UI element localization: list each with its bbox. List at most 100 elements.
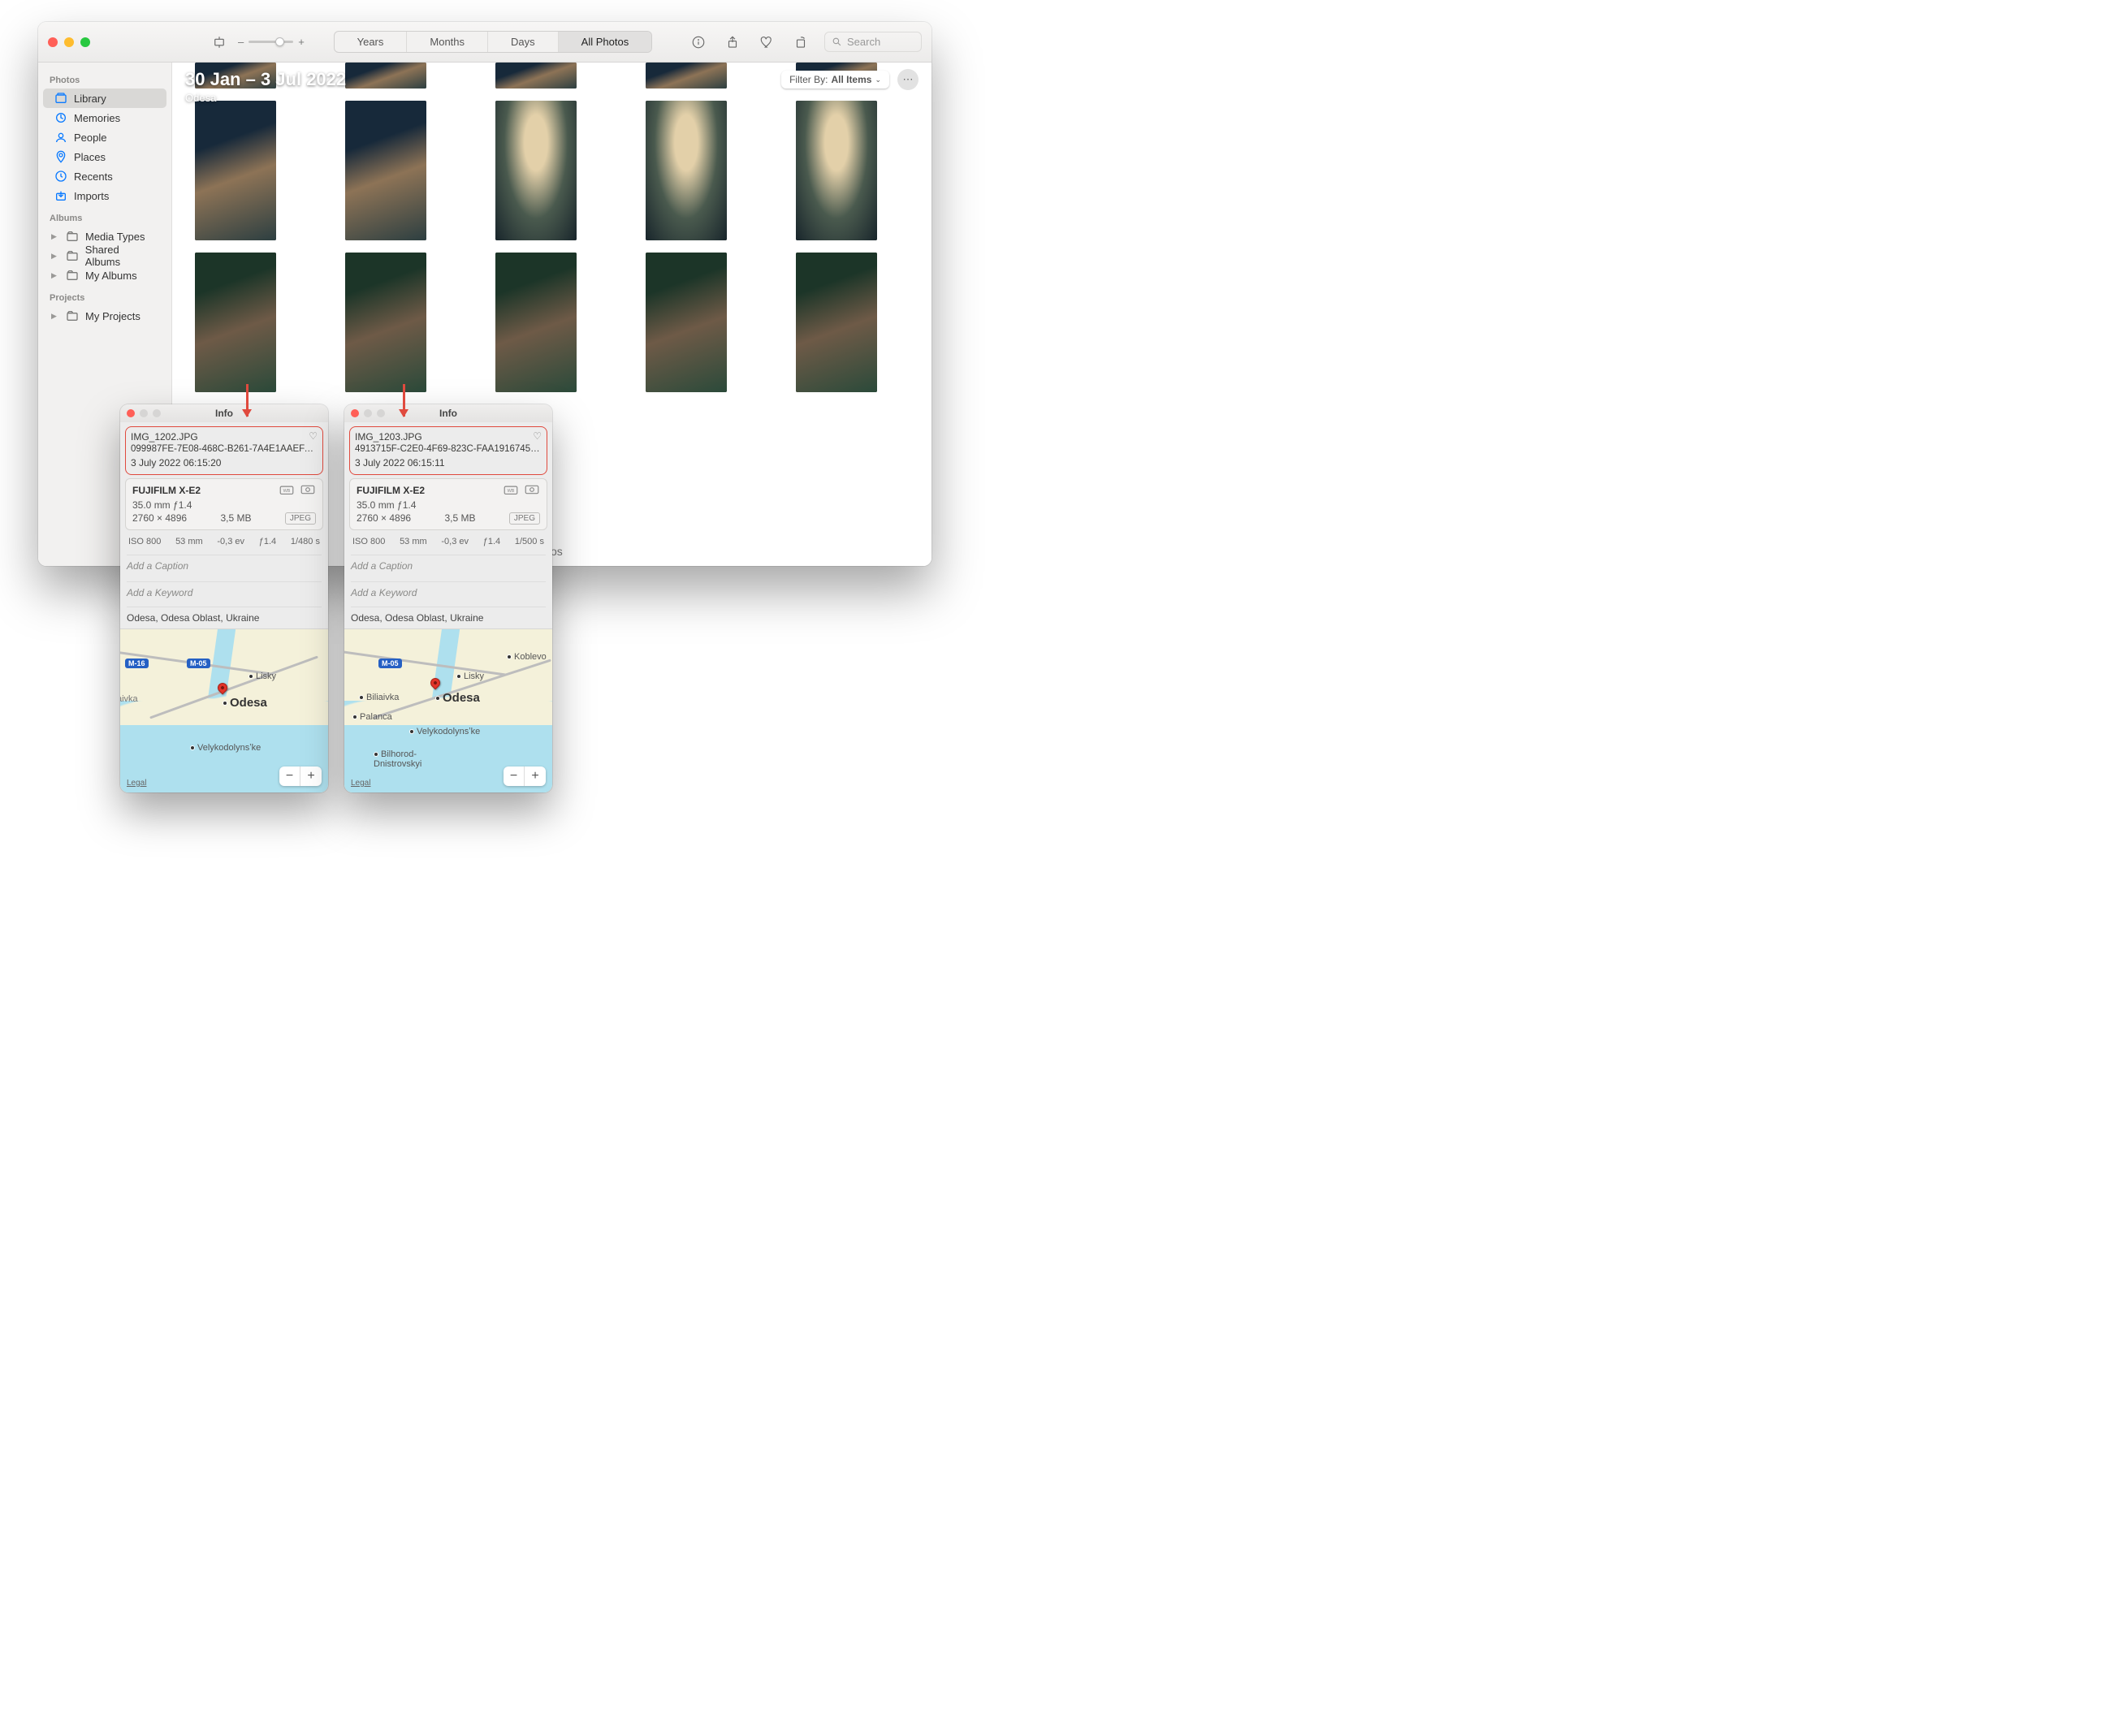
favorite-heart-icon[interactable]: ♡ bbox=[533, 430, 542, 442]
window-toolbar: – + Years Months Days All Photos Search bbox=[38, 22, 931, 63]
file-uuid: 099987FE-7E08-468C-B261-7A4E1AAEFA… bbox=[131, 443, 318, 456]
camera-model: FUJIFILM X-E2 bbox=[132, 485, 201, 496]
library-icon bbox=[54, 92, 67, 105]
fullscreen-panel-button[interactable] bbox=[153, 409, 161, 417]
info-panel-left: Info ♡ IMG_1202.JPG 099987FE-7E08-468C-B… bbox=[120, 404, 328, 792]
lens-spec: 35.0 mm ƒ1.4 bbox=[357, 499, 540, 511]
exif-row: ISO 80053 mm-0,3 evƒ1.41/480 s bbox=[125, 533, 323, 550]
chevron-down-icon: ⌄ bbox=[875, 76, 881, 84]
sidebar-item-people[interactable]: People bbox=[43, 127, 166, 147]
photo-thumbnail[interactable] bbox=[195, 63, 276, 89]
metering-icon bbox=[300, 484, 316, 498]
more-options-button[interactable]: ⋯ bbox=[897, 69, 919, 90]
photo-thumbnail[interactable] bbox=[195, 253, 276, 392]
minimize-panel-button[interactable] bbox=[140, 409, 148, 417]
photo-thumbnail[interactable] bbox=[796, 101, 877, 240]
caption-input[interactable]: Add a Caption bbox=[351, 555, 546, 577]
format-badge: JPEG bbox=[285, 512, 316, 525]
search-input[interactable]: Search bbox=[824, 32, 922, 52]
rotate-icon[interactable] bbox=[790, 31, 811, 54]
photo-thumbnail[interactable] bbox=[495, 253, 577, 392]
raw-badge-icon: WB bbox=[503, 484, 519, 498]
photo-thumbnail[interactable] bbox=[345, 63, 426, 89]
map-zoom-in-button[interactable]: + bbox=[525, 767, 546, 786]
share-icon[interactable] bbox=[722, 31, 743, 54]
sidebar-item-my-albums[interactable]: ▶ My Albums bbox=[43, 266, 166, 285]
photo-thumbnail[interactable] bbox=[495, 101, 577, 240]
sidebar-section-albums: Albums bbox=[38, 205, 171, 227]
camera-info-block: FUJIFILM X-E2 WB 35.0 mm ƒ1.4 2760 × 489… bbox=[125, 478, 323, 530]
photo-thumbnail[interactable] bbox=[796, 253, 877, 392]
sidebar-item-library[interactable]: Library bbox=[43, 89, 166, 108]
camera-model: FUJIFILM X-E2 bbox=[357, 485, 425, 496]
chevron-right-icon: ▶ bbox=[51, 271, 59, 280]
sidebar-item-memories[interactable]: Memories bbox=[43, 108, 166, 127]
photo-thumbnail[interactable] bbox=[646, 253, 727, 392]
location-text[interactable]: Odesa, Odesa Oblast, Ukraine bbox=[351, 607, 546, 627]
caption-input[interactable]: Add a Caption bbox=[127, 555, 322, 577]
info-panel-right: Info ♡ IMG_1203.JPG 4913715F-C2E0-4F69-8… bbox=[344, 404, 552, 792]
favorite-icon[interactable] bbox=[756, 31, 777, 54]
close-panel-button[interactable] bbox=[127, 409, 135, 417]
seg-years[interactable]: Years bbox=[335, 32, 408, 52]
sidebar-section-projects: Projects bbox=[38, 285, 171, 306]
seg-all-photos[interactable]: All Photos bbox=[559, 32, 652, 52]
sidebar-item-shared-albums[interactable]: ▶ Shared Albums bbox=[43, 246, 166, 266]
zoom-in-icon[interactable]: + bbox=[298, 36, 305, 48]
raw-badge-icon: WB bbox=[279, 484, 295, 498]
file-datetime: 3 July 2022 06:15:20 bbox=[131, 456, 318, 469]
aspect-crop-icon[interactable] bbox=[209, 31, 230, 54]
photo-thumbnail[interactable] bbox=[345, 101, 426, 240]
keyword-input[interactable]: Add a Keyword bbox=[351, 581, 546, 603]
camera-info-block: FUJIFILM X-E2 WB 35.0 mm ƒ1.4 2760 × 489… bbox=[349, 478, 547, 530]
location-text[interactable]: Odesa, Odesa Oblast, Ukraine bbox=[127, 607, 322, 627]
fullscreen-window-button[interactable] bbox=[80, 37, 90, 47]
map-legal-link[interactable]: Legal bbox=[351, 779, 370, 788]
image-dimensions: 2760 × 4896 bbox=[132, 512, 187, 524]
sidebar-section-photos: Photos bbox=[38, 67, 171, 89]
map-zoom-out-button[interactable]: − bbox=[504, 767, 525, 786]
keyword-input[interactable]: Add a Keyword bbox=[127, 581, 322, 603]
sidebar-item-imports[interactable]: Imports bbox=[43, 186, 166, 205]
map-zoom-in-button[interactable]: + bbox=[300, 767, 322, 786]
close-panel-button[interactable] bbox=[351, 409, 359, 417]
folder-icon bbox=[66, 230, 79, 243]
folder-icon bbox=[66, 269, 79, 282]
chevron-right-icon: ▶ bbox=[51, 232, 59, 241]
panel-titlebar: Info bbox=[344, 404, 552, 422]
seg-months[interactable]: Months bbox=[407, 32, 488, 52]
sidebar-item-recents[interactable]: Recents bbox=[43, 166, 166, 186]
location-map[interactable]: M-05 Odesa Lisky Koblevo Biliaivka Palan… bbox=[344, 628, 552, 792]
sidebar-item-places[interactable]: Places bbox=[43, 147, 166, 166]
photo-thumbnail[interactable] bbox=[195, 101, 276, 240]
zoom-slider[interactable]: – + bbox=[238, 36, 305, 48]
folder-icon bbox=[66, 249, 79, 262]
photo-thumbnail[interactable] bbox=[646, 63, 727, 89]
zoom-out-icon[interactable]: – bbox=[238, 36, 244, 48]
photo-thumbnail[interactable] bbox=[495, 63, 577, 89]
info-icon[interactable] bbox=[688, 31, 709, 54]
view-segmented-control: Years Months Days All Photos bbox=[334, 31, 653, 53]
fullscreen-panel-button[interactable] bbox=[377, 409, 385, 417]
close-window-button[interactable] bbox=[48, 37, 58, 47]
favorite-heart-icon[interactable]: ♡ bbox=[309, 430, 318, 442]
annotation-arrow bbox=[246, 384, 249, 417]
file-info-block: ♡ IMG_1203.JPG 4913715F-C2E0-4F69-823C-F… bbox=[349, 426, 547, 475]
annotation-arrow bbox=[403, 384, 405, 417]
folder-icon bbox=[66, 309, 79, 322]
sidebar-item-my-projects[interactable]: ▶ My Projects bbox=[43, 306, 166, 326]
filter-dropdown[interactable]: Filter By: All Items ⌄ bbox=[781, 71, 889, 89]
map-zoom-out-button[interactable]: − bbox=[279, 767, 300, 786]
photo-thumbnail[interactable] bbox=[646, 101, 727, 240]
map-legal-link[interactable]: Legal bbox=[127, 779, 146, 788]
file-size: 3,5 MB bbox=[444, 512, 475, 524]
minimize-window-button[interactable] bbox=[64, 37, 74, 47]
people-icon bbox=[54, 131, 67, 144]
photo-thumbnail[interactable] bbox=[345, 253, 426, 392]
file-uuid: 4913715F-C2E0-4F69-823C-FAA1916745B… bbox=[355, 443, 542, 456]
memories-icon bbox=[54, 111, 67, 124]
panel-titlebar: Info bbox=[120, 404, 328, 422]
location-map[interactable]: M-16 M-05 Odesa Lisky aivka Velykodolyns… bbox=[120, 628, 328, 792]
seg-days[interactable]: Days bbox=[488, 32, 559, 52]
minimize-panel-button[interactable] bbox=[364, 409, 372, 417]
